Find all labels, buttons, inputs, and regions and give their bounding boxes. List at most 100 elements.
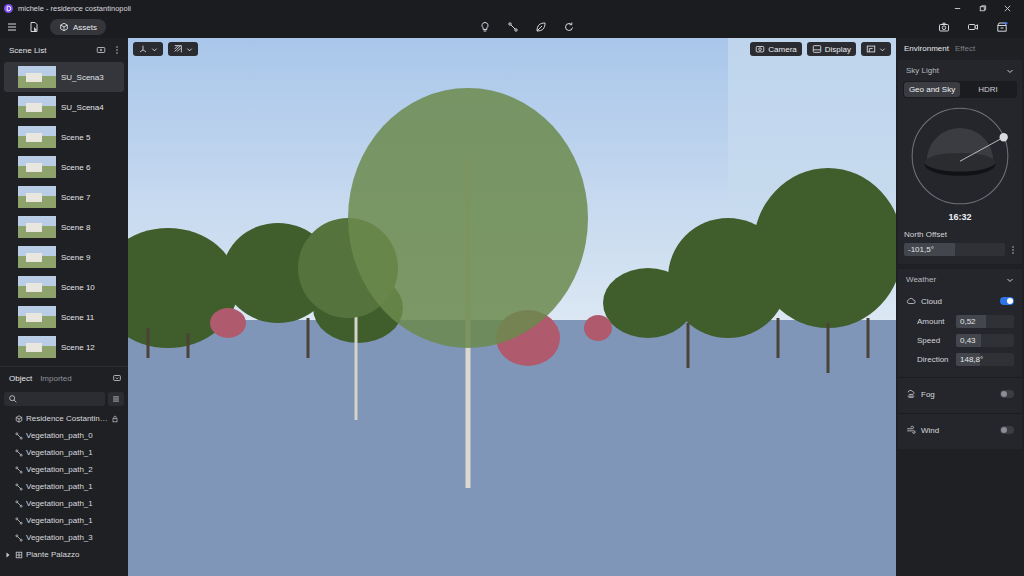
north-offset-field[interactable]: -101,5° — [904, 243, 1005, 256]
weather-slider-label: Direction — [917, 355, 953, 364]
filter-dropdown-icon[interactable] — [112, 373, 122, 383]
camera-icon — [755, 44, 765, 54]
window-controls — [953, 4, 1020, 13]
sky-light-section: Sky LightGeo and SkyHDRI16:32North Offse… — [898, 60, 1022, 264]
display-mode-dropdown[interactable] — [168, 42, 198, 56]
expand-arrow-icon[interactable] — [4, 551, 12, 559]
scene-item[interactable]: Scene 5 — [4, 122, 124, 152]
main-area: Scene ListSU_Scena3SU_Scena4Scene 5Scene… — [0, 38, 1024, 576]
scene-item[interactable]: Scene 8 — [4, 212, 124, 242]
weather-header[interactable]: Weather — [898, 269, 1022, 290]
object-row[interactable]: Vegetation_path_1 — [0, 478, 128, 495]
layout-dropdown[interactable] — [861, 42, 891, 56]
object-row[interactable]: Piante Palazzo — [0, 546, 128, 563]
scene-item[interactable]: SU_Scena4 — [4, 92, 124, 122]
leaf-icon[interactable] — [535, 21, 547, 33]
weather-slider-field[interactable]: 0,52 — [956, 315, 1014, 328]
scene-item[interactable]: Scene 11 — [4, 302, 124, 332]
weather-slider-value: 148,8° — [956, 355, 983, 364]
minimize-icon[interactable] — [953, 4, 962, 13]
object-name: Vegetation_path_1 — [26, 448, 93, 457]
object-tab[interactable]: Imported — [40, 374, 72, 383]
list-view-button[interactable] — [108, 392, 124, 406]
weather-slider-value: 0,43 — [956, 336, 976, 345]
object-row[interactable]: Residence Costantin… — [0, 410, 128, 427]
weather-slider-field[interactable]: 148,8° — [956, 353, 1014, 366]
path-icon — [15, 483, 23, 491]
scene-name: Scene 6 — [61, 163, 90, 172]
restore-icon[interactable] — [978, 4, 987, 13]
path-tool-icon[interactable] — [507, 21, 519, 33]
scene-thumbnail — [18, 156, 56, 178]
environment-tab[interactable]: Environment — [904, 44, 949, 53]
assets-label: Assets — [73, 23, 97, 32]
scene-item[interactable]: Scene 10 — [4, 272, 124, 302]
fog-icon — [906, 389, 916, 399]
add-scene-icon[interactable] — [96, 45, 106, 55]
viewport-button[interactable]: Display — [807, 42, 856, 56]
refresh-icon[interactable] — [563, 21, 575, 33]
object-row[interactable]: Vegetation_path_1 — [0, 495, 128, 512]
list-icon — [111, 394, 121, 404]
sky-light-header[interactable]: Sky Light — [898, 60, 1022, 81]
weather-toggle-label: Fog — [921, 390, 935, 399]
camera-icon[interactable] — [938, 21, 950, 33]
weather-slider-label: Amount — [917, 317, 953, 326]
more-icon[interactable] — [112, 45, 122, 55]
weather-toggle-row: Wind — [898, 413, 1022, 441]
weather-toggle-row: Fog — [898, 377, 1022, 405]
viewport-button[interactable]: Camera — [750, 42, 801, 56]
close-icon[interactable] — [1003, 4, 1012, 13]
sun-position-dial[interactable] — [908, 104, 1012, 208]
group-icon — [15, 551, 23, 559]
scene-item[interactable]: Scene 12 — [4, 332, 124, 362]
object-row[interactable]: Vegetation_path_1 — [0, 444, 128, 461]
viewport-tools-left — [133, 42, 198, 56]
video-icon[interactable] — [967, 21, 979, 33]
display-icon — [812, 44, 822, 54]
top-bar: michele - residence costantinopoli Assets — [0, 0, 1024, 38]
object-row[interactable]: Vegetation_path_3 — [0, 529, 128, 546]
scene-item[interactable]: SU_Scena3 — [4, 62, 124, 92]
assets-button[interactable]: Assets — [50, 19, 106, 35]
sky-mode-option[interactable]: Geo and Sky — [904, 82, 960, 97]
file-cursor-icon[interactable] — [28, 21, 40, 33]
caret-down-icon — [879, 46, 886, 53]
weather-slider-row: Speed0,43 — [898, 331, 1022, 350]
object-name: Vegetation_path_1 — [26, 499, 93, 508]
view-mode-dropdown[interactable] — [133, 42, 163, 56]
menu-icon[interactable] — [6, 21, 18, 33]
toggle-switch[interactable] — [1000, 297, 1014, 305]
object-search-field[interactable] — [4, 392, 105, 406]
toggle-switch[interactable] — [1000, 426, 1014, 434]
weather-slider-field[interactable]: 0,43 — [956, 334, 1014, 347]
scene-thumbnail — [18, 336, 56, 358]
sky-light-title: Sky Light — [906, 66, 939, 75]
object-search-row — [0, 389, 128, 410]
scene-item[interactable]: Scene 9 — [4, 242, 124, 272]
sky-mode-option[interactable]: HDRI — [960, 82, 1016, 97]
render-viewport[interactable]: Camera Display — [128, 38, 896, 576]
object-tabs: Object Imported — [0, 366, 128, 389]
scene-name: Scene 5 — [61, 133, 90, 142]
scene-name: Scene 8 — [61, 223, 90, 232]
toggle-switch[interactable] — [1000, 390, 1014, 398]
object-row[interactable]: Vegetation_path_1 — [0, 512, 128, 529]
scene-thumbnail — [18, 66, 56, 88]
weather-title: Weather — [906, 275, 936, 284]
title-bar: michele - residence costantinopoli — [0, 0, 1024, 16]
environment-tab[interactable]: Effect — [955, 44, 975, 53]
weather-slider-row: Direction148,8° — [898, 350, 1022, 369]
caret-down-icon — [186, 46, 193, 53]
lock-icon[interactable] — [111, 415, 119, 423]
object-tab[interactable]: Object — [9, 374, 32, 383]
tool-bar: Assets — [0, 16, 1024, 38]
light-bulb-icon[interactable] — [479, 21, 491, 33]
scene-item[interactable]: Scene 7 — [4, 182, 124, 212]
app-logo-icon — [4, 4, 13, 13]
more-icon[interactable] — [1008, 245, 1018, 255]
object-row[interactable]: Vegetation_path_0 — [0, 427, 128, 444]
scene-item[interactable]: Scene 6 — [4, 152, 124, 182]
object-row[interactable]: Vegetation_path_2 — [0, 461, 128, 478]
render-queue-icon[interactable] — [996, 21, 1008, 33]
